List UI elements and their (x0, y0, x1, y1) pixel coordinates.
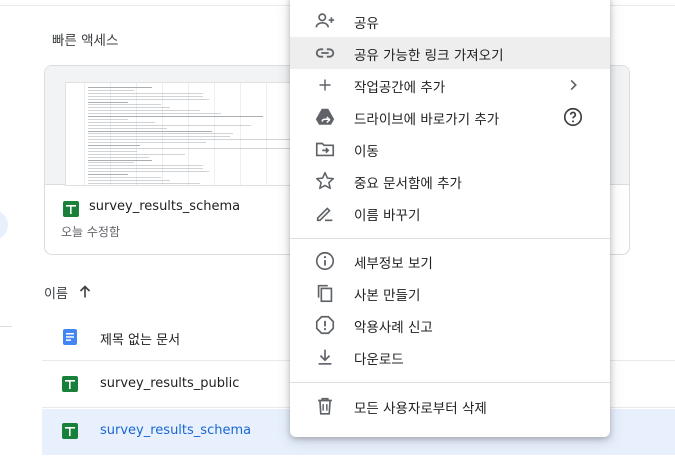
menu-item-get-link[interactable]: 공유 가능한 링크 가져오기 (290, 37, 610, 69)
thumbnail-text-line (88, 98, 209, 100)
sidebar-selection-indicator (0, 210, 8, 240)
sidebar-divider (0, 326, 12, 327)
menu-item-remove[interactable]: 모든 사용자로부터 삭제 (290, 390, 610, 422)
menu-item-label: 이름 바꾸기 (354, 208, 421, 224)
thumbnail-text-line (88, 101, 128, 103)
menu-item-share[interactable]: 공유 (290, 5, 610, 37)
thumbnail-text-line (88, 87, 152, 88)
trash-icon (318, 397, 332, 415)
thumbnail-grid-line (84, 83, 85, 185)
person-add-icon (315, 13, 335, 28)
thumbnail-text-line (88, 182, 200, 184)
card-file-name: survey_results_schema (89, 199, 241, 214)
thumbnail-text-line (88, 139, 293, 141)
sheets-icon (62, 423, 78, 439)
thumbnail-text-line (88, 168, 203, 170)
thumbnail-grid-line (240, 83, 241, 185)
thumbnail-text-line (88, 153, 185, 155)
thumbnail-text-line (88, 113, 221, 115)
arrow-up-icon[interactable] (77, 284, 93, 300)
menu-item-view-details[interactable]: 세부정보 보기 (290, 245, 610, 277)
menu-item-rename[interactable]: 이름 바꾸기 (290, 197, 610, 229)
quick-access-title: 빠른 액세스 (52, 33, 119, 49)
menu-item-add-to-workspace[interactable]: 작업공간에 추가 (290, 69, 610, 101)
star-icon (315, 171, 335, 190)
thumbnail-text-line (88, 116, 263, 117)
thumbnail-text-line (88, 142, 206, 144)
thumbnail-text-line (88, 110, 200, 112)
menu-item-download[interactable]: 다운로드 (290, 341, 610, 373)
thumbnail-text-line (88, 124, 251, 126)
thumbnail-text-line (88, 92, 203, 94)
thumbnail-text-line (88, 136, 230, 138)
drive-page: 빠른 액세스 survey_results_schema 오늘 수정함 이름 제… (0, 0, 675, 473)
menu-item-label: 악용사례 신고 (354, 320, 433, 336)
thumbnail-text-line (88, 130, 212, 132)
thumbnail-text-line (88, 121, 155, 123)
thumbnail-text-line (88, 179, 170, 181)
thumbnail-text-line (88, 104, 161, 106)
thumbnail-text-line (88, 147, 296, 149)
menu-item-label: 다운로드 (354, 352, 404, 368)
menu-item-label: 세부정보 보기 (354, 256, 433, 272)
menu-divider (290, 238, 610, 239)
menu-item-label: 사본 만들기 (354, 288, 421, 304)
thumbnail-text-line (88, 174, 128, 175)
menu-item-label: 작업공간에 추가 (354, 80, 446, 96)
menu-item-label: 드라이브에 바로가기 추가 (354, 112, 500, 128)
thumbnail-text-line (88, 145, 140, 146)
file-name: survey_results_schema (100, 423, 252, 438)
thumbnail-text-line (88, 95, 203, 97)
sort-by-name[interactable]: 이름 (44, 283, 68, 302)
file-name: survey_results_public (100, 376, 240, 391)
thumbnail-text-line (88, 171, 209, 173)
move-to-folder-icon (315, 142, 335, 157)
sheets-icon (63, 201, 79, 217)
menu-item-label: 공유 (354, 16, 379, 32)
download-icon (318, 349, 332, 365)
thumbnail-text-line (88, 107, 170, 109)
menu-item-label: 공유 가능한 링크 가져오기 (354, 48, 504, 64)
help-icon[interactable] (562, 106, 584, 128)
menu-item-move[interactable]: 이동 (290, 133, 610, 165)
thumbnail-grid-line (266, 83, 267, 185)
thumbnail-text-line (88, 150, 137, 152)
menu-divider (290, 382, 610, 383)
info-icon (315, 251, 335, 271)
thumbnail-text-line (88, 156, 149, 158)
menu-item-label: 모든 사용자로부터 삭제 (354, 401, 487, 417)
link-icon (315, 48, 335, 58)
thumbnail-text-line (88, 127, 167, 129)
file-name: 제목 없는 문서 (100, 333, 181, 348)
pencil-icon (316, 207, 333, 222)
docs-icon (63, 329, 77, 345)
thumbnail-text-line (88, 118, 128, 120)
report-icon (315, 315, 335, 335)
thumbnail-text-line (88, 176, 161, 178)
chevron-right-icon (570, 79, 577, 91)
context-menu: 공유 공유 가능한 링크 가져오기 작업공간에 추가 드라이브에 바로가기 추가… (290, 0, 610, 437)
thumbnail-text-line (88, 89, 134, 91)
menu-item-make-copy[interactable]: 사본 만들기 (290, 277, 610, 309)
thumbnail-text-line (88, 159, 152, 161)
plus-icon (319, 79, 331, 91)
thumbnail-text-line (88, 133, 233, 135)
thumbnail-text-line (88, 162, 134, 164)
thumbnail-preview (65, 82, 317, 186)
card-modified-date: 오늘 수정함 (61, 225, 121, 239)
sheets-icon (62, 376, 78, 392)
menu-item-add-starred[interactable]: 중요 문서함에 추가 (290, 165, 610, 197)
drive-shortcut-icon (315, 108, 335, 125)
copy-icon (317, 284, 333, 303)
menu-item-report-abuse[interactable]: 악용사례 신고 (290, 309, 610, 341)
thumbnail-text-line (88, 165, 203, 167)
menu-item-add-shortcut[interactable]: 드라이브에 바로가기 추가 (290, 101, 610, 133)
menu-item-label: 이동 (354, 144, 379, 160)
menu-item-label: 중요 문서함에 추가 (354, 176, 462, 192)
